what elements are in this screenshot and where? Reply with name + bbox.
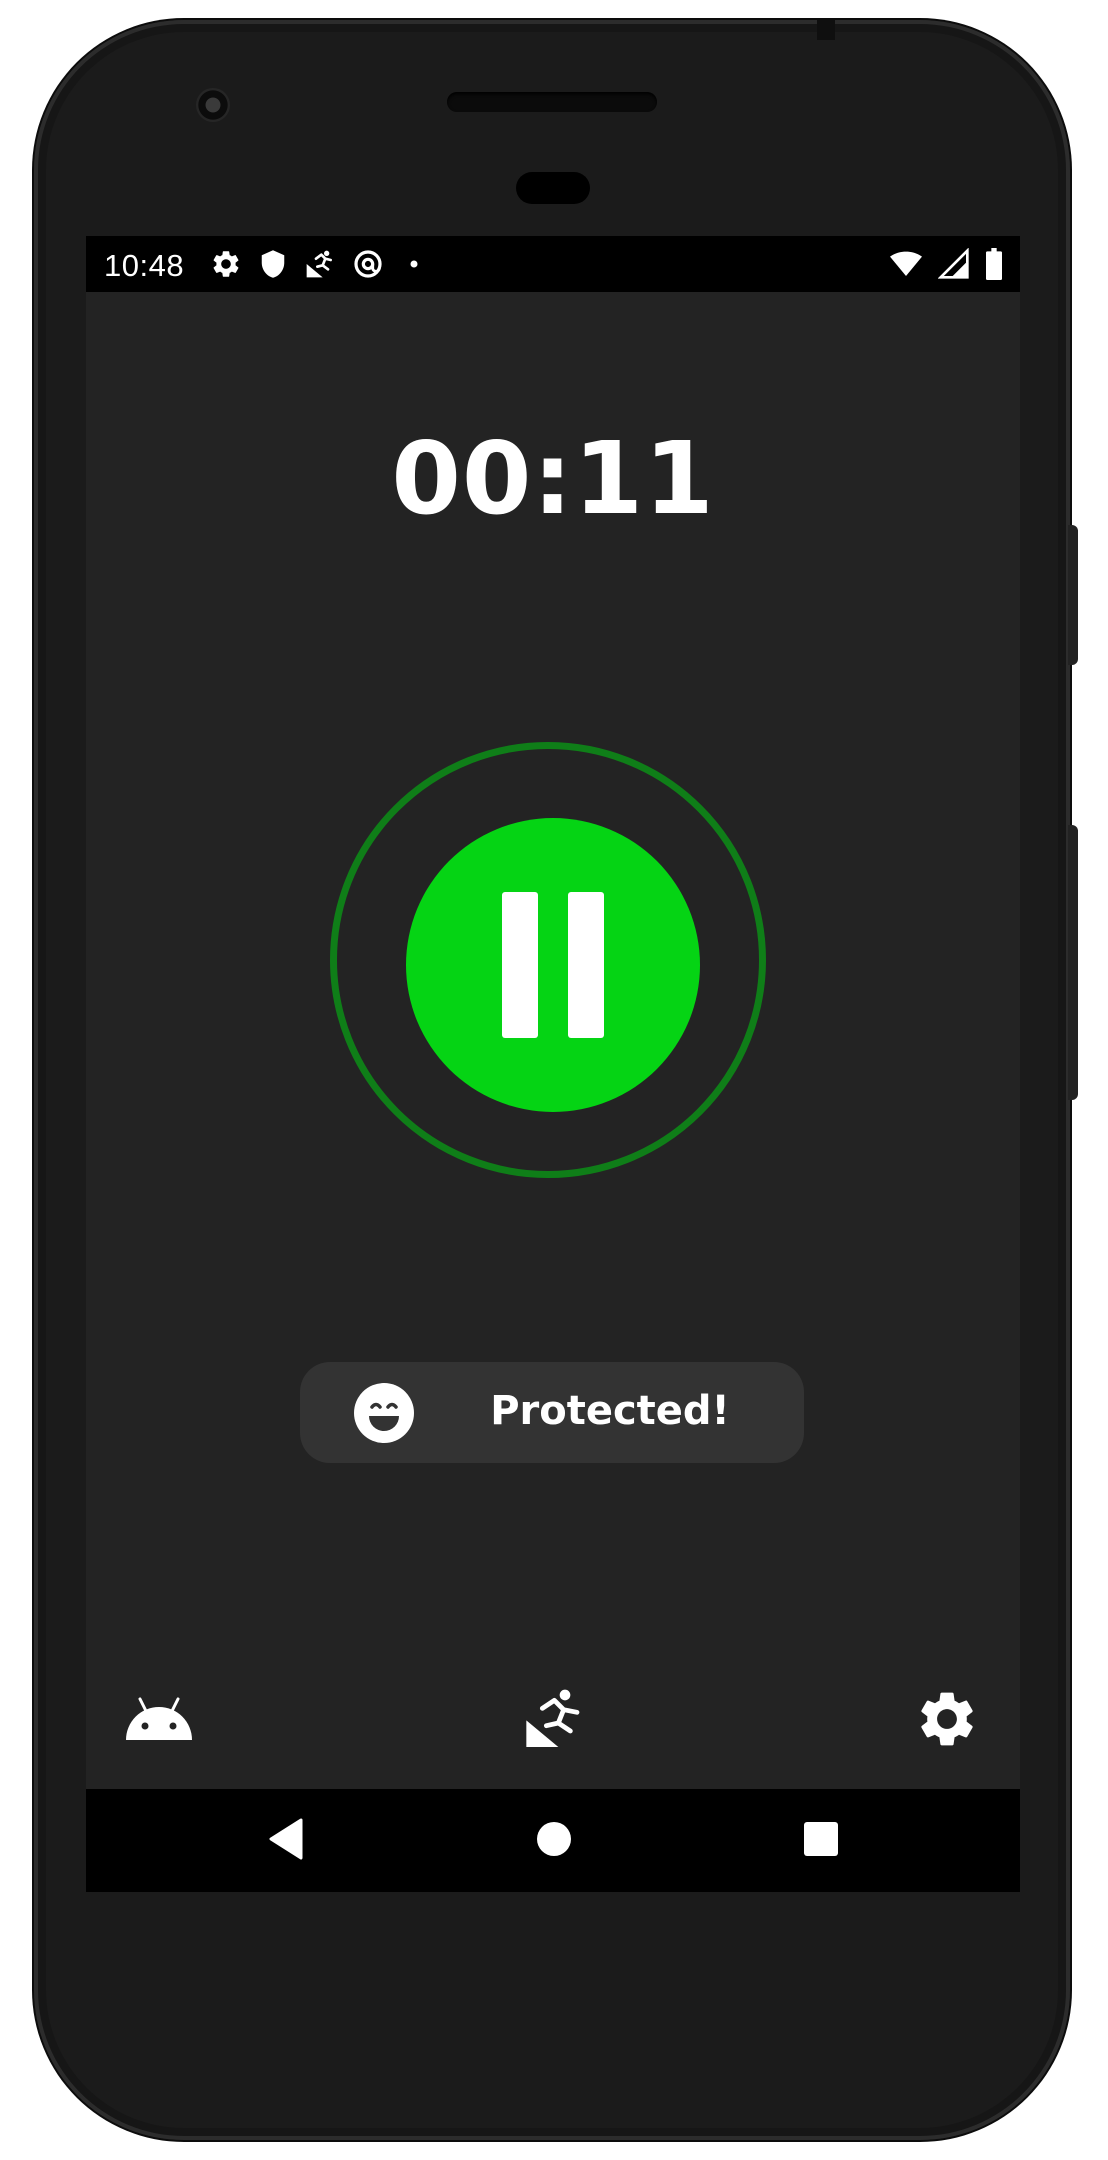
app-screen: 10:48 00:11 Protected! — [86, 236, 1020, 1892]
battery-icon — [984, 248, 1004, 280]
antenna-band — [817, 20, 835, 40]
power-button — [1068, 525, 1078, 665]
home-button[interactable] — [526, 1813, 582, 1869]
pause-icon-bar-right — [568, 892, 604, 1038]
pause-icon-bar-left — [502, 892, 538, 1038]
pause-button[interactable] — [406, 818, 700, 1112]
android-icon — [124, 1697, 194, 1746]
back-button[interactable] — [258, 1813, 314, 1869]
recents-button[interactable] — [793, 1813, 849, 1869]
system-navigation-bar — [86, 1789, 1020, 1892]
smiley-face-icon — [353, 1382, 415, 1449]
nav-settings-button[interactable] — [902, 1676, 992, 1766]
settings-icon — [914, 1686, 980, 1757]
signal-icon — [938, 248, 970, 280]
status-time: 10:48 — [104, 248, 185, 283]
protection-status-badge: Protected! — [300, 1362, 804, 1463]
fall-detection-icon — [521, 1687, 585, 1756]
volume-button — [1068, 825, 1078, 1100]
shield-icon — [258, 248, 288, 280]
nav-fall-detection-button[interactable] — [508, 1676, 598, 1766]
notification-icons — [210, 248, 428, 280]
front-camera — [196, 88, 230, 122]
notification-dot-icon — [400, 248, 428, 280]
proximity-sensor — [516, 172, 590, 204]
fall-detection-icon — [304, 248, 336, 280]
wifi-icon — [888, 248, 924, 280]
recents-icon — [803, 1821, 839, 1862]
back-icon — [267, 1818, 305, 1865]
system-status-icons — [888, 248, 1004, 280]
protection-status-label: Protected! — [490, 1388, 730, 1434]
bottom-navigation — [86, 1676, 1020, 1796]
at-sign-icon — [352, 248, 384, 280]
home-icon — [535, 1820, 573, 1863]
elapsed-timer: 00:11 — [391, 420, 715, 537]
status-bar: 10:48 — [86, 236, 1020, 292]
device-frame: 10:48 00:11 Protected! — [0, 0, 1108, 2160]
earpiece-speaker — [447, 92, 657, 112]
settings-icon — [210, 248, 242, 280]
nav-android-button[interactable] — [114, 1676, 204, 1766]
